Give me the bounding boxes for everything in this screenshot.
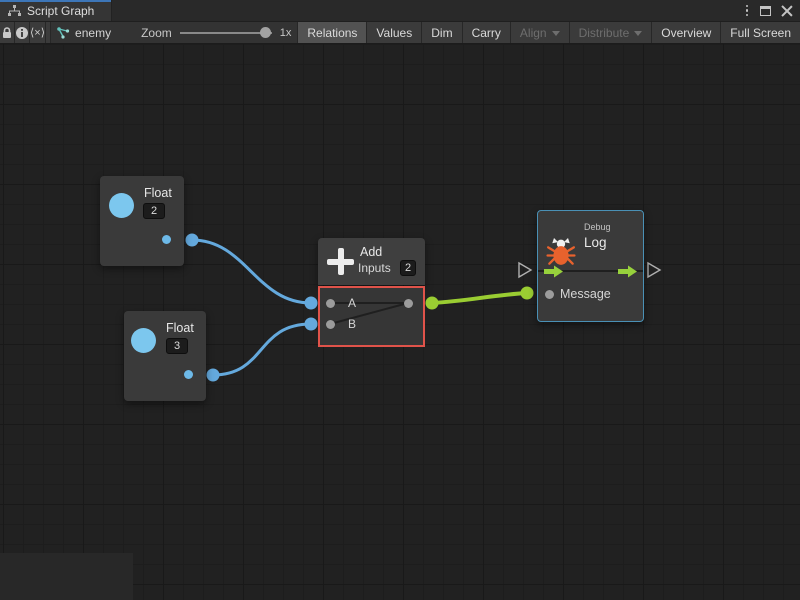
- output-port-sum[interactable]: [404, 299, 413, 308]
- info-icon: [15, 26, 29, 40]
- input-port-b[interactable]: [326, 320, 335, 329]
- float-type-icon: [131, 328, 156, 353]
- wire-float2-to-a[interactable]: [192, 240, 311, 303]
- breadcrumb-graph[interactable]: enemy: [51, 22, 121, 43]
- window-controls: [744, 0, 800, 21]
- tab-title: Script Graph: [27, 4, 94, 18]
- graph-toolbar: ⟨×⟩ enemy Zoom 1x Relations: [0, 22, 800, 44]
- add-node-header[interactable]: Add Inputs 2: [318, 238, 425, 285]
- output-port[interactable]: [162, 235, 171, 244]
- relation-lines: [320, 288, 423, 345]
- wire-float3-to-b[interactable]: [213, 324, 311, 375]
- inputs-label: Inputs: [358, 261, 391, 275]
- align-dropdown[interactable]: Align: [510, 22, 569, 43]
- node-title: Add: [360, 245, 382, 259]
- flow-input-triangle-icon[interactable]: [519, 263, 531, 277]
- graph-icon: [8, 5, 21, 17]
- node-category: Debug: [584, 222, 611, 232]
- canvas-corner-fragment: [0, 553, 133, 600]
- flow-output-arrow-icon[interactable]: [618, 265, 638, 278]
- script-graph-window: Script Graph ⟨×⟩: [0, 0, 800, 600]
- wire-add-to-log[interactable]: [432, 293, 527, 303]
- node-add[interactable]: Add Inputs 2 A B: [318, 238, 425, 347]
- node-title: Float: [166, 321, 194, 335]
- add-node-ports-selected[interactable]: A B: [318, 286, 425, 347]
- full-screen-button[interactable]: Full Screen: [720, 22, 800, 43]
- overview-button[interactable]: Overview: [651, 22, 720, 43]
- flow-input-arrow-icon[interactable]: [544, 265, 564, 278]
- flow-output-triangle-icon[interactable]: [648, 263, 660, 277]
- message-input-port[interactable]: [545, 290, 554, 299]
- output-port[interactable]: [184, 370, 193, 379]
- node-float-2[interactable]: Float 2: [100, 176, 184, 266]
- wire-endpoint: [521, 287, 534, 300]
- relations-button[interactable]: Relations: [297, 22, 366, 43]
- wire-endpoint: [305, 318, 318, 331]
- dropdown-arrow-icon: [552, 31, 560, 36]
- graph-canvas[interactable]: Float 2 Float 3 Add Inputs 2: [0, 44, 800, 600]
- values-button[interactable]: Values: [366, 22, 421, 43]
- node-float-3[interactable]: Float 3: [124, 311, 206, 401]
- float-value-field[interactable]: 3: [166, 338, 188, 354]
- carry-button[interactable]: Carry: [462, 22, 510, 43]
- tab-bar: Script Graph: [0, 0, 800, 22]
- node-title: Float: [144, 186, 172, 200]
- zoom-slider[interactable]: [180, 27, 272, 39]
- add-icon: [327, 248, 354, 275]
- port-a-label: A: [348, 296, 356, 310]
- bug-icon: [546, 238, 576, 266]
- float-value-field[interactable]: 2: [143, 203, 165, 219]
- zoom-slider-track: [180, 32, 272, 34]
- tab-script-graph[interactable]: Script Graph: [0, 0, 112, 21]
- enemy-graph-icon: [57, 27, 70, 39]
- dim-button[interactable]: Dim: [421, 22, 461, 43]
- lock-button[interactable]: [0, 22, 15, 43]
- code-icon: ⟨×⟩: [30, 26, 45, 39]
- inputs-count-field[interactable]: 2: [400, 260, 416, 276]
- wire-endpoint: [186, 234, 199, 247]
- zoom-control: Zoom 1x: [141, 22, 297, 43]
- zoom-label: Zoom: [141, 26, 172, 40]
- distribute-dropdown[interactable]: Distribute: [569, 22, 652, 43]
- graph-name: enemy: [75, 26, 111, 40]
- lock-icon: [0, 26, 14, 40]
- node-title: Log: [584, 235, 607, 250]
- close-icon[interactable]: [781, 5, 792, 16]
- wire-endpoint: [426, 297, 439, 310]
- zoom-value: 1x: [280, 27, 292, 39]
- wire-endpoint: [207, 369, 220, 382]
- code-view-button[interactable]: ⟨×⟩: [30, 22, 46, 43]
- zoom-slider-handle[interactable]: [260, 27, 271, 38]
- input-port-a[interactable]: [326, 299, 335, 308]
- float-type-icon: [109, 193, 134, 218]
- wire-endpoint: [305, 297, 318, 310]
- window-menu-icon[interactable]: [744, 3, 751, 19]
- node-debug-log[interactable]: Debug Log Message: [537, 210, 644, 322]
- maximize-icon[interactable]: [760, 6, 771, 16]
- toolbar-buttons: Relations Values Dim Carry Align Distrib…: [297, 22, 800, 43]
- message-port-label: Message: [560, 287, 611, 301]
- dropdown-arrow-icon: [634, 31, 642, 36]
- port-b-label: B: [348, 317, 356, 331]
- info-button[interactable]: [15, 22, 30, 43]
